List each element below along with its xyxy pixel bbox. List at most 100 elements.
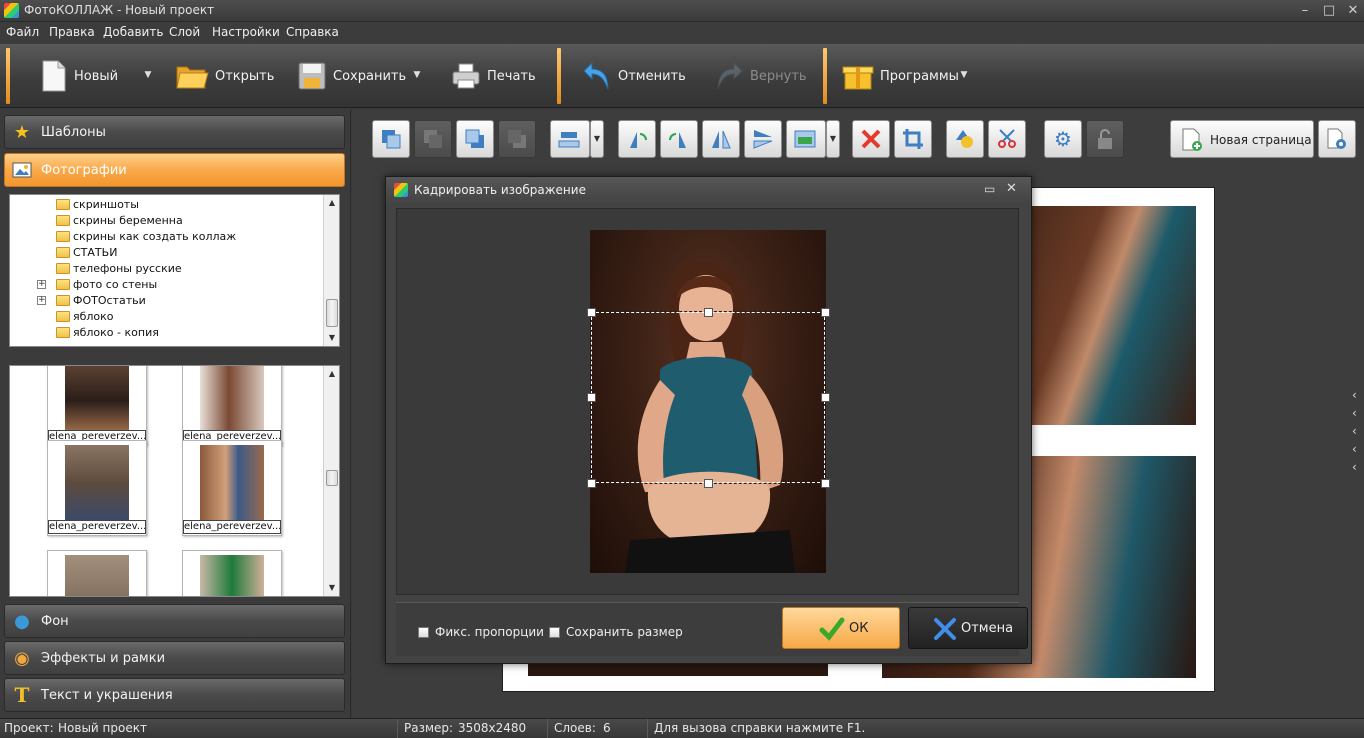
collapse-chevron-icon[interactable]: ‹ (1352, 424, 1357, 438)
flip-vertical-button[interactable] (744, 120, 782, 158)
rotate-right-button[interactable] (660, 120, 698, 158)
print-button[interactable]: Печать (451, 52, 536, 100)
photo-thumbnail[interactable]: elena_pereverzev... (47, 440, 147, 536)
crop-selection-frame[interactable] (590, 311, 826, 484)
checkbox-box[interactable] (418, 626, 429, 638)
tree-item[interactable]: СТАТЬИ (10, 245, 322, 261)
save-button[interactable]: Сохранить (297, 52, 406, 100)
fit-dropdown-arrow[interactable]: ▼ (826, 120, 840, 158)
settings-button[interactable]: ⚙ (1044, 120, 1082, 158)
bring-to-front-button[interactable] (372, 120, 410, 158)
menu-file[interactable]: Файл (6, 25, 39, 39)
crop-handle-bottom-right[interactable] (821, 479, 830, 488)
crop-handle-left[interactable] (587, 393, 596, 402)
menu-settings[interactable]: Настройки (212, 25, 280, 39)
send-backward-button[interactable] (414, 120, 452, 158)
tree-item[interactable]: яблоко - копия (10, 325, 322, 341)
tree-item[interactable]: + ФОТОстатьи (10, 293, 322, 309)
scroll-down-icon[interactable]: ▼ (324, 580, 339, 596)
expand-icon[interactable]: + (37, 296, 46, 305)
crop-handle-right[interactable] (821, 393, 830, 402)
photo-thumbnail[interactable]: elena_pereverzev... (47, 366, 147, 446)
clipart-button[interactable] (988, 120, 1026, 158)
dialog-close-icon[interactable]: ✕ (1006, 181, 1017, 196)
tree-item[interactable]: яблоко (10, 309, 322, 325)
collapse-chevron-icon[interactable]: ‹ (1352, 460, 1357, 474)
menu-edit[interactable]: Правка (49, 25, 95, 39)
accordion-effects[interactable]: ◉ Эффекты и рамки (4, 641, 345, 675)
crop-button[interactable] (894, 120, 932, 158)
collapse-chevron-icon[interactable]: ‹ (1352, 388, 1357, 402)
delete-button[interactable] (852, 120, 890, 158)
undo-arrow-icon (582, 59, 612, 93)
crop-handle-top-left[interactable] (587, 308, 596, 317)
cancel-button[interactable]: Отмена (908, 607, 1028, 649)
open-button[interactable]: Открыть (175, 52, 274, 100)
close-window-button[interactable]: ✕ (1342, 2, 1364, 20)
scroll-thumb[interactable] (326, 299, 338, 327)
photo-thumbnail[interactable] (182, 550, 282, 596)
programs-button[interactable]: Программы (842, 52, 959, 100)
rotate-right-icon (668, 128, 690, 150)
status-project-label: Проект: (4, 721, 54, 735)
tree-item[interactable]: телефоны русские (10, 261, 322, 277)
photo-thumbnail[interactable]: elena_pereverzev... (182, 440, 282, 536)
menu-layer[interactable]: Слой (169, 25, 200, 39)
save-dropdown-arrow[interactable]: ▼ (411, 70, 423, 80)
rotate-left-button[interactable] (618, 120, 656, 158)
send-to-back-button[interactable] (498, 120, 536, 158)
collapse-chevron-icon[interactable]: ‹ (1352, 406, 1357, 420)
crop-handle-top[interactable] (704, 308, 713, 317)
programs-dropdown-arrow[interactable]: ▼ (958, 70, 970, 80)
redo-button[interactable]: Вернуть (714, 52, 807, 100)
photo-thumbnail[interactable] (47, 550, 147, 596)
fix-proportions-checkbox[interactable]: Фикс. пропорции (418, 625, 544, 639)
align-button[interactable] (550, 120, 590, 158)
scroll-up-icon[interactable]: ▲ (324, 366, 339, 382)
minimize-button[interactable]: – (1294, 2, 1316, 20)
photo-thumbnail[interactable]: elena_pereverzev... (182, 366, 282, 446)
bring-forward-button[interactable] (456, 120, 494, 158)
menu-add[interactable]: Добавить (103, 25, 163, 39)
tree-item[interactable]: + фото со стены (10, 277, 322, 293)
thumbnail-image (65, 366, 129, 431)
crop-handle-bottom[interactable] (704, 479, 713, 488)
maximize-button[interactable]: □ (1318, 2, 1340, 20)
flip-vertical-icon (752, 128, 774, 150)
tree-item[interactable]: скриншоты (10, 197, 322, 213)
new-dropdown-arrow[interactable]: ▼ (142, 70, 154, 80)
app-logo-icon (394, 183, 408, 197)
dialog-restore-icon[interactable]: ▭ (984, 182, 995, 196)
new-button[interactable]: Новый (40, 52, 118, 100)
page-settings-button[interactable] (1318, 120, 1356, 158)
align-dropdown-arrow[interactable]: ▼ (590, 120, 604, 158)
tree-scrollbar[interactable]: ▲ ▼ (323, 195, 339, 346)
accordion-background[interactable]: ● Фон (4, 604, 345, 638)
collapse-chevron-icon[interactable]: ‹ (1352, 442, 1357, 456)
flip-horizontal-button[interactable] (702, 120, 740, 158)
checkbox-box[interactable] (549, 626, 560, 638)
crop-handle-top-right[interactable] (821, 308, 830, 317)
printer-icon (451, 61, 481, 91)
accordion-templates[interactable]: ★ Шаблоны (4, 115, 345, 149)
scroll-thumb[interactable] (326, 470, 338, 486)
fit-button[interactable] (786, 120, 826, 158)
cancel-x-icon (933, 617, 957, 644)
gallery-scrollbar[interactable]: ▲ ▼ (323, 366, 339, 596)
scroll-up-icon[interactable]: ▲ (324, 195, 340, 211)
tree-item[interactable]: скрины беременна (10, 213, 322, 229)
shapes-button[interactable] (946, 120, 984, 158)
accordion-photos[interactable]: Фотографии (4, 153, 345, 187)
lock-button[interactable] (1086, 120, 1124, 158)
menu-help[interactable]: Справка (286, 25, 339, 39)
scroll-down-icon[interactable]: ▼ (324, 330, 340, 346)
ok-button[interactable]: ОК (782, 607, 900, 649)
new-page-button[interactable]: Новая страница (1170, 120, 1314, 158)
collage-photo[interactable] (1030, 206, 1196, 425)
crop-handle-bottom-left[interactable] (587, 479, 596, 488)
tree-item[interactable]: скрины как создать коллаж (10, 229, 322, 245)
undo-button[interactable]: Отменить (582, 52, 686, 100)
keep-size-checkbox[interactable]: Сохранить размер (549, 625, 683, 639)
accordion-text[interactable]: T Текст и украшения (4, 678, 345, 712)
expand-icon[interactable]: + (37, 280, 46, 289)
